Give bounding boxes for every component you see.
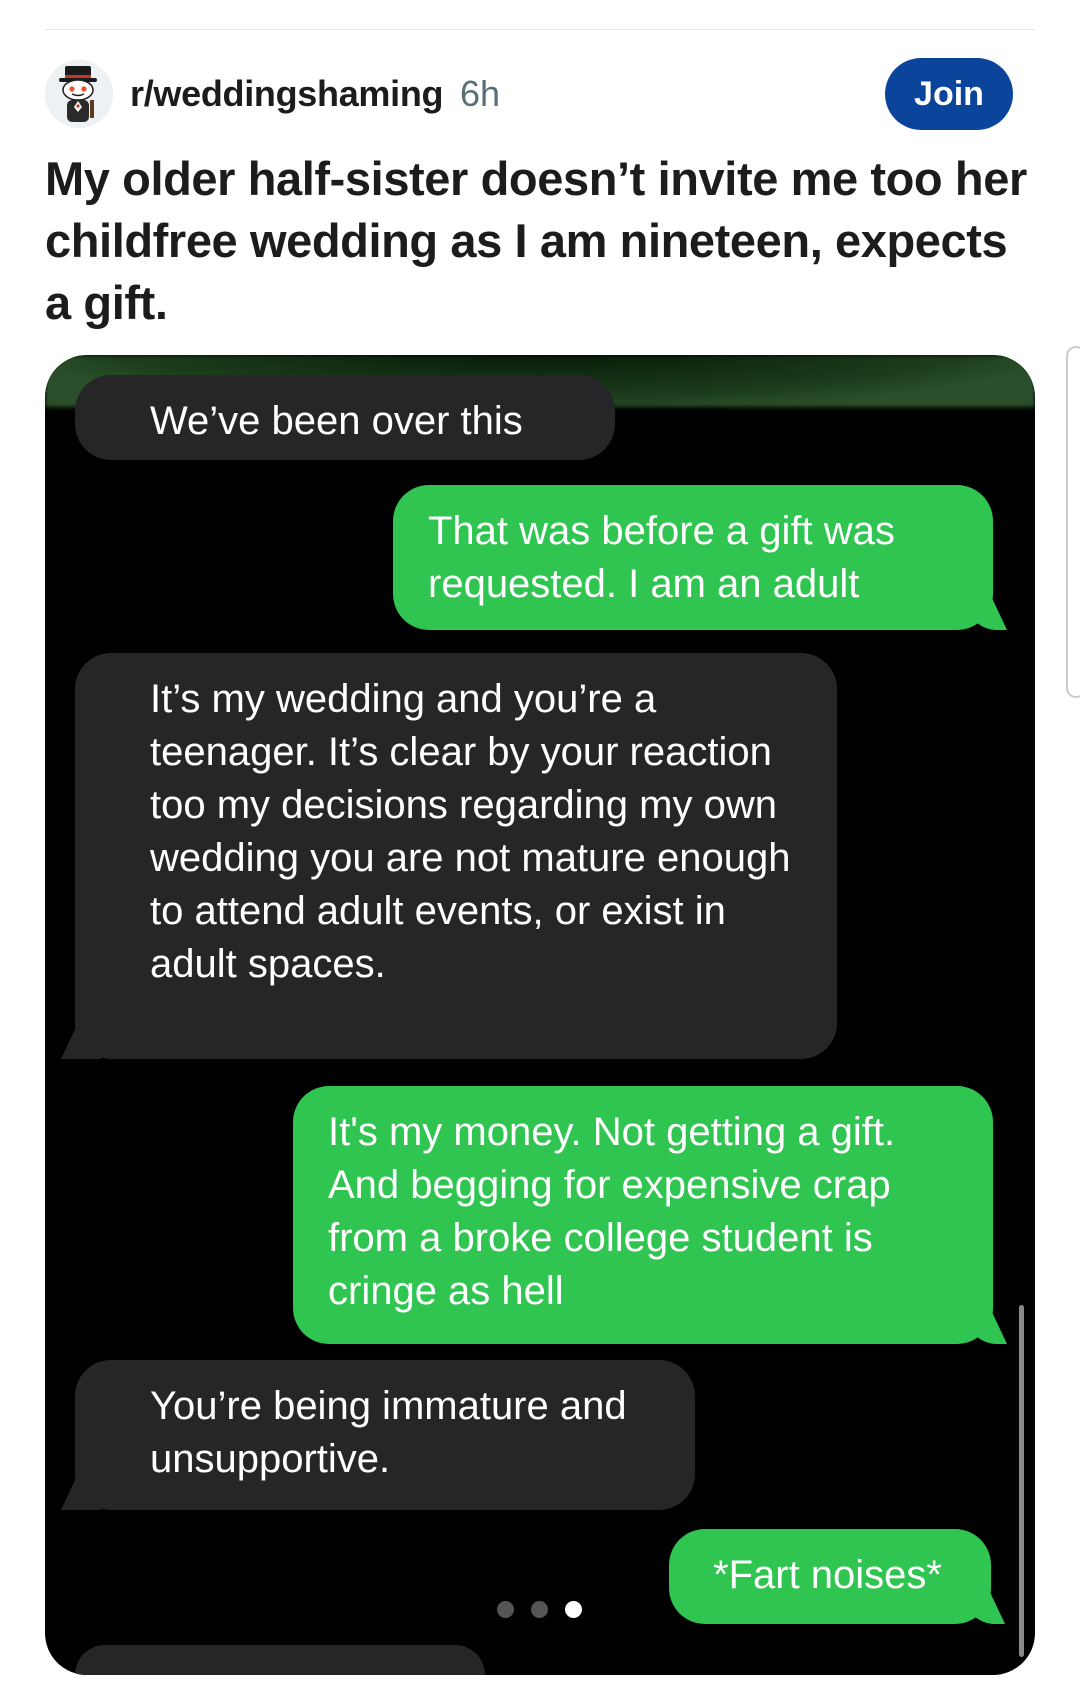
message-sent: That was before a gift was requested. I …: [393, 485, 993, 630]
message-sent: *Fart noises*: [669, 1529, 991, 1624]
subreddit-name[interactable]: r/weddingshaming: [130, 73, 444, 115]
message-sent: It's my money. Not getting a gift. And b…: [293, 1086, 993, 1344]
snoo-top-hat-avatar-icon: [45, 60, 113, 128]
message-received-partial: [75, 1645, 485, 1675]
post-header: r/weddingshaming 6h Join: [45, 58, 1035, 130]
scrollbar[interactable]: [1019, 1305, 1024, 1657]
message-received: It’s my wedding and you’re a teenager. I…: [75, 653, 837, 1059]
message-received: You’re being immature and unsupportive.: [75, 1360, 695, 1510]
message-received: We’ve been over this: [75, 375, 615, 460]
top-divider: [45, 29, 1035, 30]
post-time: 6h: [460, 73, 501, 114]
subreddit-avatar[interactable]: [45, 60, 113, 128]
carousel-dot[interactable]: [531, 1601, 548, 1618]
side-panel-handle[interactable]: [1066, 346, 1080, 698]
post-title[interactable]: My older half-sister doesn’t invite me t…: [45, 148, 1045, 334]
carousel-indicator[interactable]: [497, 1601, 582, 1618]
carousel-dot[interactable]: [497, 1601, 514, 1618]
join-button[interactable]: Join: [885, 58, 1013, 130]
post-image-carousel[interactable]: We’ve been over this That was before a g…: [45, 355, 1035, 1675]
carousel-dot-active[interactable]: [565, 1601, 582, 1618]
